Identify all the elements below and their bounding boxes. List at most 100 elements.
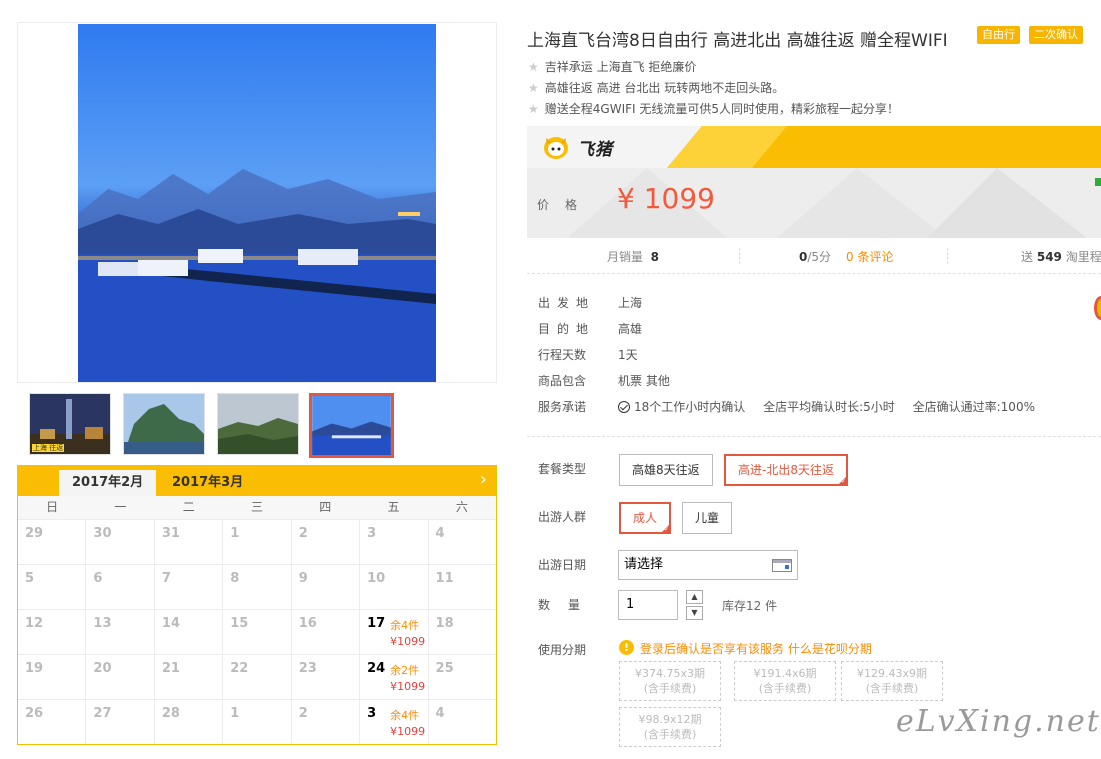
calendar-day: 1 (223, 520, 292, 564)
calendar-day: 9 (292, 565, 361, 609)
installment-option-6[interactable]: ¥191.4x6期 (含手续费) (734, 661, 836, 701)
badge-free-travel: 自由行 (977, 26, 1020, 44)
day-number: 11 (435, 571, 454, 586)
edge-marker (1095, 178, 1101, 186)
calendar-day: 31 (155, 520, 224, 564)
calendar-tab-feb[interactable]: 2017年2月 (59, 470, 157, 496)
calendar-week-row: 12 13 14 15 16 17 余4件 ¥1099 18 (18, 609, 496, 654)
day-number: 16 (298, 616, 317, 631)
installment-option-12[interactable]: ¥98.9x12期 (含手续费) (619, 707, 721, 747)
day-number: 13 (93, 616, 112, 631)
side-float-icon[interactable] (1094, 296, 1101, 320)
calendar-day: 25 (429, 655, 496, 699)
stock-count: 库存12 件 (722, 599, 778, 613)
pig-logo-icon (544, 137, 568, 159)
day-number: 15 (230, 616, 249, 631)
login-link[interactable]: 登录后确认是否享有该服务 (640, 642, 784, 656)
huabei-help-link[interactable]: 什么是花呗分期 (788, 642, 872, 656)
check-circle-icon (618, 401, 630, 413)
calendar-day-available[interactable]: 17 余4件 ¥1099 (360, 610, 429, 654)
brand-name: 飞猪 (577, 139, 613, 160)
reviews-link[interactable]: 0 条评论 (846, 248, 893, 265)
day-number: 5 (25, 571, 35, 586)
product-title: 上海直飞台湾8日自由行 高进北出 高雄往返 赠全程WIFI (527, 31, 948, 51)
day-number: 18 (435, 616, 454, 631)
calendar-week-row: 26 27 28 1 2 3 余4件 ¥1099 4 (18, 699, 496, 744)
star-icon: ★ (528, 81, 539, 95)
day-stock: 余2件 (390, 664, 420, 677)
calendar-week-row: 5 6 7 8 9 10 11 (18, 564, 496, 609)
day-number: 29 (25, 526, 44, 541)
day-number: 1 (230, 526, 240, 541)
day-number: 4 (435, 706, 445, 721)
warning-icon: ! (619, 640, 634, 655)
brand-logo: 飞猪 (543, 134, 613, 160)
weekday-label: 四 (319, 500, 332, 514)
calendar-day-available[interactable]: 24 余2件 ¥1099 (360, 655, 429, 699)
thumbnail-2[interactable] (123, 393, 205, 455)
calendar-icon[interactable] (772, 559, 792, 572)
feature-item: ★ 吉祥承运 上海直飞 拒绝廉价 (528, 60, 697, 74)
package-option-open-jaw[interactable]: 高进-北出8天往返 (724, 454, 848, 486)
calendar-day: 1 (223, 700, 292, 744)
stats-divider (739, 248, 740, 264)
day-price: ¥1099 (390, 635, 426, 648)
calendar-weekdays: 日一二三四五六 (18, 496, 496, 519)
day-number: 9 (298, 571, 308, 586)
quantity-down-button[interactable]: ▼ (686, 606, 703, 620)
day-number: 19 (25, 661, 44, 676)
info-destination: 目的地 高雄 (538, 322, 643, 336)
weekday-label: 一 (114, 500, 127, 514)
thumbnail-1-label: 上海 往返 (32, 444, 65, 452)
package-type-label: 套餐类型 (538, 462, 587, 476)
calendar-day-available[interactable]: 3 余4件 ¥1099 (360, 700, 429, 744)
price-value: ¥ 1099 (617, 182, 715, 215)
day-number: 3 (367, 526, 377, 541)
calendar-week-row: 29 30 31 1 2 3 4 (18, 519, 496, 564)
main-image-frame (17, 22, 497, 383)
day-number: 28 (161, 706, 180, 721)
day-number: 3 (367, 706, 377, 721)
thumbnail-1[interactable]: 上海 往返 (29, 393, 111, 455)
weekday-label: 二 (182, 500, 195, 514)
calendar-day: 2 (292, 520, 361, 564)
installment-notice: 登录后确认是否享有该服务 什么是花呗分期 (640, 640, 872, 657)
star-icon: ★ (528, 102, 539, 116)
quantity-up-button[interactable]: ▲ (686, 590, 703, 604)
calendar-day: 27 (86, 700, 155, 744)
calendar-grid: 29 30 31 1 2 3 4 5 6 7 8 9 10 11 12 13 14 15 16 17 余4件 ¥1099 1… (18, 519, 496, 744)
installment-option-9[interactable]: ¥129.43x9期 (含手续费) (841, 661, 943, 701)
day-number: 4 (435, 526, 445, 541)
installment-option-3[interactable]: ¥374.75x3期 (含手续费) (619, 661, 721, 701)
calendar-day: 20 (86, 655, 155, 699)
day-number: 12 (25, 616, 44, 631)
site-watermark: eLvXing.net (896, 704, 1101, 739)
mileage-points: 送 549 淘里程 (1021, 250, 1101, 264)
calendar-day: 10 (360, 565, 429, 609)
section-divider (527, 436, 1101, 437)
day-price: ¥1099 (390, 680, 426, 693)
calendar-day: 2 (292, 700, 361, 744)
calendar-day: 5 (18, 565, 87, 609)
travel-date-input[interactable]: 请选择 (618, 550, 798, 580)
calendar-day: 30 (86, 520, 155, 564)
feature-item: ★ 高雄往返 高进 台北出 玩转两地不走回头路。 (528, 81, 785, 95)
info-duration: 行程天数 1天 (538, 348, 638, 362)
calendar-tab-mar[interactable]: 2017年3月 (159, 470, 256, 496)
day-number: 22 (230, 661, 249, 676)
calendar-next-arrow-icon[interactable]: › (480, 469, 487, 490)
traveler-option-adult[interactable]: 成人 (619, 502, 672, 534)
day-number: 6 (93, 571, 103, 586)
thumbnail-4-selected[interactable] (309, 393, 394, 458)
calendar-day: 14 (155, 610, 224, 654)
day-number: 8 (230, 571, 240, 586)
quantity-label: 数量 (538, 598, 599, 612)
traveler-option-child[interactable]: 儿童 (682, 502, 733, 534)
package-option-kaohsiung[interactable]: 高雄8天往返 (619, 454, 713, 486)
calendar-day: 26 (18, 700, 87, 744)
calendar-day: 4 (429, 700, 496, 744)
calendar-day: 19 (18, 655, 87, 699)
thumbnail-3[interactable] (217, 393, 299, 455)
quantity-input[interactable]: 1 (618, 590, 678, 620)
weekday-label: 五 (387, 500, 400, 514)
